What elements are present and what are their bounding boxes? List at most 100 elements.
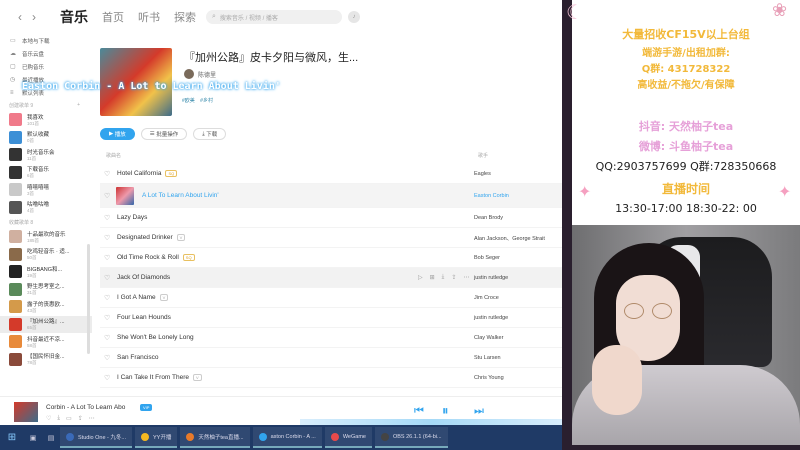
playlist-item[interactable]: 十品最欢的音乐 185首 xyxy=(0,228,92,246)
now-playing-title[interactable]: Corbin - A Lot To Learn Abo xyxy=(46,404,125,411)
heart-icon[interactable]: ♡ xyxy=(104,214,110,222)
heart-icon[interactable]: ♡ xyxy=(104,274,110,282)
back-button[interactable]: ‹ xyxy=(18,10,32,24)
playlist-item[interactable]: 我喜欢 101首 xyxy=(0,111,92,129)
playlist-item[interactable]: 嘻嘻嘻嘻 3首 xyxy=(0,181,92,199)
download-button[interactable]: ⤓ 下载 xyxy=(193,128,227,140)
tag-link[interactable]: #乡村 xyxy=(200,98,213,104)
track-singer[interactable]: Bob Seger xyxy=(474,255,500,261)
next-track-button[interactable]: ⏭ xyxy=(474,405,484,418)
track-row[interactable]: ♡ Designated Drinker V Alan Jackson、George … xyxy=(100,228,562,248)
playlist-creator[interactable]: 陈德里 xyxy=(184,69,216,79)
track-singer[interactable]: justin rutledge xyxy=(474,275,508,281)
heart-icon[interactable]: ♡ xyxy=(104,374,110,382)
track-row[interactable]: ♡ Old Time Rock & Roll SQ Bob Seger xyxy=(100,248,562,268)
play-all-button[interactable]: ▶ 播放 xyxy=(100,128,135,140)
track-singer[interactable]: Alan Jackson、George Strait xyxy=(474,234,545,242)
playlist-name: 嘻嘻嘻嘻 xyxy=(27,184,50,191)
track-singer[interactable]: justin rutledge xyxy=(474,315,508,321)
share-icon[interactable]: ⇪ xyxy=(451,274,456,281)
taskbar-app-button[interactable]: WeGame xyxy=(324,427,372,448)
now-playing-cover[interactable] xyxy=(14,402,38,422)
track-singer[interactable]: Clay Walker xyxy=(474,335,503,341)
sidebar-scrollbar[interactable] xyxy=(87,244,90,354)
track-singer[interactable]: Chris Young xyxy=(474,375,504,381)
taskbar-app-button[interactable]: Studio One - 九冬... xyxy=(60,427,132,448)
track-row[interactable]: ♡ She Won't Be Lonely Long Clay Walker xyxy=(100,328,562,348)
column-header-song[interactable]: 歌曲名 xyxy=(106,152,121,159)
sidebar-item-purchased[interactable]: ▢ 已购音乐 xyxy=(0,60,92,73)
pause-button[interactable]: ⏸ xyxy=(442,403,449,419)
track-singer[interactable]: Easton Corbin xyxy=(474,193,509,199)
taskbar-app-button[interactable]: YY开播 xyxy=(135,427,178,448)
track-row[interactable]: ♡ I Can Take It From There V Chris Young xyxy=(100,368,562,388)
batch-operate-button[interactable]: ☰ 批量操作 xyxy=(140,128,188,140)
heart-icon[interactable]: ♡ xyxy=(46,415,51,422)
task-view-icon[interactable]: ▣ xyxy=(24,434,42,442)
forward-button[interactable]: › xyxy=(32,10,46,24)
track-singer[interactable]: Stu Larsen xyxy=(474,355,501,361)
download-icon[interactable]: ⤓ xyxy=(57,415,60,422)
more-icon[interactable]: ⋯ xyxy=(89,415,95,422)
playlist-item[interactable]: 野生思考室之... 31首 xyxy=(0,281,92,299)
cloud-icon: ☁ xyxy=(10,51,16,57)
search-input[interactable]: ⌕ 搜索音乐 / 视频 / 播客 xyxy=(206,10,342,24)
heart-icon[interactable]: ♡ xyxy=(104,254,110,262)
sidebar-item-cloud[interactable]: ☁ 音乐云盘 xyxy=(0,47,92,60)
heart-icon[interactable]: ♡ xyxy=(104,170,110,178)
heart-icon[interactable]: ♡ xyxy=(104,354,110,362)
more-icon[interactable]: ⋯ xyxy=(463,274,469,281)
playlist-item[interactable]: 吃鸡轻音乐 · 适... 50首 xyxy=(0,246,92,264)
comment-icon[interactable]: ▭ xyxy=(66,415,72,422)
tab-music[interactable]: 音乐 xyxy=(60,7,88,27)
voice-search-icon[interactable]: ♪ xyxy=(348,11,360,23)
heart-icon[interactable]: ♡ xyxy=(104,314,110,322)
heart-icon[interactable]: ♡ xyxy=(104,234,110,242)
taskbar-app-button[interactable]: 天然柚子tea直播... xyxy=(180,427,250,448)
share-icon[interactable]: ⇪ xyxy=(78,415,83,422)
track-row[interactable]: ♡ Hotel California SQ Eagles xyxy=(100,164,562,184)
column-header-singer[interactable]: 歌手 xyxy=(478,152,488,159)
track-singer[interactable]: Jim Croce xyxy=(474,295,499,301)
playlist-item[interactable]: 『加州公路』... 65首 xyxy=(0,315,92,333)
playlist-item[interactable]: 默认收藏 0首 xyxy=(0,129,92,147)
track-singer[interactable]: Dean Brody xyxy=(474,215,503,221)
previous-track-button[interactable]: ⏮ xyxy=(414,405,424,418)
taskbar-app-label: aston Corbin - A ... xyxy=(270,433,316,440)
tag-link[interactable]: #欧美 xyxy=(182,98,195,104)
track-row[interactable]: ♡ I Got A Name V Jim Croce xyxy=(100,288,562,308)
playlist-item[interactable]: 露子的丧惠欧... 43首 xyxy=(0,298,92,316)
play-icon[interactable]: ▷ xyxy=(418,274,423,281)
track-row[interactable]: ♡ Four Lean Hounds justin rutledge xyxy=(100,308,562,328)
tab-explore[interactable]: 探索 xyxy=(174,9,196,25)
playlist-count: 78首 xyxy=(27,360,37,366)
add-playlist-icon[interactable]: + xyxy=(77,102,80,108)
collected-playlists-heading[interactable]: 收藏歌单 8 xyxy=(0,216,92,228)
taskbar-app-label: YY开播 xyxy=(153,434,172,441)
track-row[interactable]: ♡ A Lot To Learn About Livin' Easton Corbi… xyxy=(100,184,562,208)
windows-start-icon[interactable]: ⊞ xyxy=(0,425,24,450)
playlist-item[interactable]: BIGBANG和... 19首 xyxy=(0,263,92,281)
playlist-item[interactable]: 时光音乐会 11首 xyxy=(0,146,92,164)
playlist-item[interactable]: 【国民怀旧金... 78首 xyxy=(0,351,92,369)
heart-icon[interactable]: ♡ xyxy=(104,294,110,302)
file-explorer-icon[interactable]: ▤ xyxy=(42,434,60,442)
track-row[interactable]: ♡ Jack Of Diamonds ▷ ⊞ ⤓ ⇪ ⋯ justin rutledge xyxy=(100,268,562,288)
track-row[interactable]: ♡ San Francisco Stu Larsen xyxy=(100,348,562,368)
track-row[interactable]: ♡ Lazy Days Dean Brody xyxy=(100,208,562,228)
heart-icon[interactable]: ♡ xyxy=(104,192,110,200)
tab-audiobook[interactable]: 听书 xyxy=(138,9,160,25)
download-icon[interactable]: ⤓ xyxy=(442,274,445,281)
taskbar-app-button[interactable]: aston Corbin - A ... xyxy=(252,427,322,448)
created-playlists-heading[interactable]: 创建歌单 9 + xyxy=(0,99,92,111)
track-title-text: A Lot To Learn About Livin' xyxy=(142,192,219,199)
heart-icon[interactable]: ♡ xyxy=(104,334,110,342)
tab-home[interactable]: 首页 xyxy=(102,9,124,25)
playlist-item[interactable]: 咕噜咕噜 4首 xyxy=(0,199,92,217)
sidebar-item-local[interactable]: ▭ 本地与下载 xyxy=(0,34,92,47)
taskbar-app-button[interactable]: OBS 26.1.1 (64-bi... xyxy=(374,427,448,448)
add-to-icon[interactable]: ⊞ xyxy=(430,274,435,281)
playlist-item[interactable]: 抖音最近不凉... 58首 xyxy=(0,333,92,351)
track-singer[interactable]: Eagles xyxy=(474,171,491,177)
playlist-item[interactable]: 下载音乐 6首 xyxy=(0,164,92,182)
